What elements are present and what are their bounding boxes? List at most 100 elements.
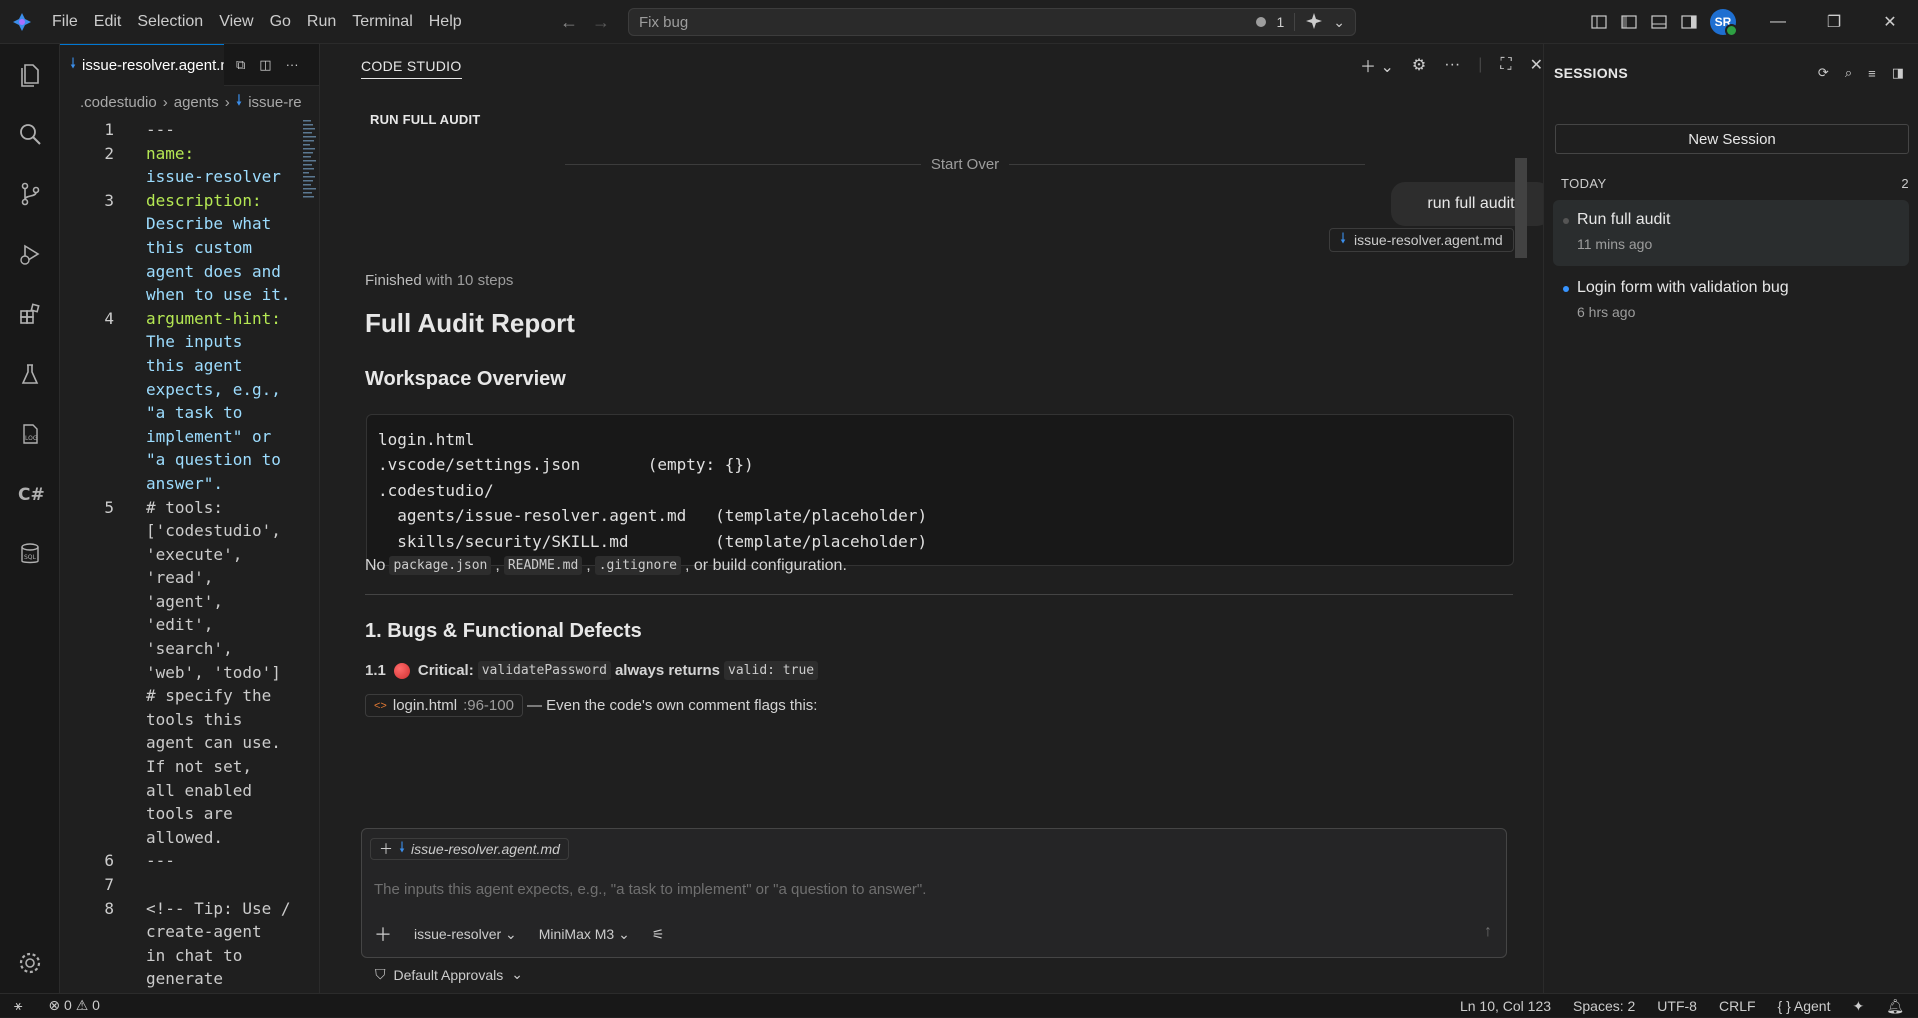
minimap[interactable] [302,118,318,218]
breadcrumb-item[interactable]: issue-re [248,94,301,111]
chat-settings-gear-icon[interactable]: ⚙ [1412,55,1426,75]
session-group-header[interactable]: TODAY 2 [1561,176,1909,191]
testing-flask-icon[interactable] [0,344,60,404]
more-actions-icon[interactable]: ··· [286,57,299,73]
command-center-text: Fix bug [639,13,689,31]
indentation[interactable]: Spaces: 2 [1573,998,1635,1014]
panel-title[interactable]: CODE STUDIO [361,52,462,79]
menu-selection[interactable]: Selection [129,0,211,44]
language-mode[interactable]: { } Agent [1778,998,1831,1014]
split-editor-icon[interactable]: ◫ [259,57,271,73]
add-context-icon[interactable]: ＋ [379,839,393,859]
session-item[interactable]: Run full audit 11 mins ago [1553,200,1909,266]
line-number: 1 [104,120,114,139]
tools-config-icon[interactable]: ⚟ [652,926,665,943]
filter-icon[interactable]: ≡ [1868,66,1876,81]
chevron-down-icon[interactable]: ⌄ [1333,14,1345,31]
new-session-button[interactable]: New Session [1555,124,1909,154]
menu-edit[interactable]: Edit [86,0,130,44]
cursor-position[interactable]: Ln 10, Col 123 [1460,998,1551,1014]
back-arrow-icon[interactable]: ← [560,12,578,33]
agent-sparkle-icon[interactable]: ✦ [1852,998,1864,1015]
chat-scrollbar[interactable] [1515,158,1527,258]
settings-gear-icon[interactable] [0,933,60,993]
chevron-right-icon: › [224,93,230,111]
forward-arrow-icon[interactable]: → [592,12,610,33]
start-over-button[interactable]: Start Over [931,156,999,173]
code-line: allowed. [146,827,224,847]
approvals-picker[interactable]: ⛉ Default Approvals ⌄ [375,966,523,983]
menu-go[interactable]: Go [262,0,299,44]
search-icon[interactable] [0,104,60,164]
menu-help[interactable]: Help [421,0,470,44]
log-icon[interactable]: LOG [0,404,60,464]
unread-dot-icon [1563,286,1569,292]
line-ending[interactable]: CRLF [1719,998,1756,1014]
menu-run[interactable]: Run [299,0,344,44]
code-line: If not set, [146,757,252,777]
toggle-secondary-sidebar-icon[interactable] [1676,0,1702,44]
toggle-sidebar-icon[interactable]: ◨ [1892,65,1904,81]
extensions-icon[interactable] [0,284,60,344]
attached-file-chip[interactable]: 🠗 issue-resolver.agent.md [1329,228,1514,252]
chat-input-box[interactable]: ＋ 🠗 issue-resolver.agent.md The inputs t… [361,828,1507,958]
code-editor[interactable]: 1 --- 2 name: issue-resolver 3 description:… [60,118,300,991]
code-line: <!-- Tip: Use / [146,898,291,918]
encoding[interactable]: UTF-8 [1657,998,1697,1014]
code-line: argument-hint: [146,308,281,328]
agent-sparkle-icon[interactable] [1305,12,1323,33]
chat-transcript[interactable]: RUN FULL AUDIT Start Over run full audit… [321,86,1543,866]
remote-icon[interactable]: ⚹ [14,997,22,1014]
menu-file[interactable]: File [44,0,86,44]
problems-indicator[interactable]: ⊗ 0 ⚠ 0 [48,997,100,1014]
avatar[interactable]: SR [1710,9,1738,37]
breadcrumb-item[interactable]: agents [174,94,219,111]
command-center[interactable]: Fix bug 1 ⌄ [628,8,1356,36]
source-control-icon[interactable] [0,164,60,224]
close-panel-icon[interactable]: ✕ [1530,55,1543,75]
finished-status[interactable]: Finished with 10 steps [365,272,513,289]
sql-database-icon[interactable]: SQL [0,524,60,584]
more-actions-icon[interactable]: ··· [1444,56,1460,74]
code-line: 'agent', [146,591,224,611]
code-line: 'search', [146,639,233,659]
menu-view[interactable]: View [211,0,261,44]
line-number: 5 [104,497,114,517]
toggle-panel-icon[interactable] [1646,0,1672,44]
explorer-icon[interactable] [0,44,60,104]
close-icon[interactable]: ✕ [1862,0,1918,44]
critical-icon [393,662,410,679]
refresh-icon[interactable]: ⟳ [1818,65,1829,81]
editor: 🠗 issue-resolver.agent.md ⧉ ◫ ··· .codes… [60,44,320,993]
search-icon[interactable]: ⌕ [1845,65,1852,81]
context-file-chip[interactable]: ＋ 🠗 issue-resolver.agent.md [370,838,569,860]
file-reference-chip[interactable]: <> login.html:96-100 [365,694,523,717]
code-line: create-agent [146,922,262,942]
bug-item: 1.1 Critical: validatePassword always re… [365,661,819,680]
csharp-icon[interactable]: C# [0,464,60,524]
chat-header: CODE STUDIO ＋ ⌄ ⚙ ··· | ⛶ ✕ [321,44,1543,86]
open-preview-icon[interactable]: ⧉ [236,57,245,73]
add-icon[interactable]: ＋ [374,921,392,947]
breadcrumb-item[interactable]: .codestudio [80,94,157,111]
minimize-icon[interactable]: — [1750,0,1806,44]
menu-terminal[interactable]: Terminal [344,0,420,44]
customize-layout-icon[interactable] [1586,0,1612,44]
chat-input[interactable]: The inputs this agent expects, e.g., "a … [374,881,926,898]
send-arrow-icon[interactable]: ↑ [1484,923,1492,941]
notifications-bell-icon[interactable]: 🔔︎ [1886,998,1904,1015]
maximize-icon[interactable]: ⛶ [1500,56,1511,74]
run-debug-icon[interactable] [0,224,60,284]
restore-icon[interactable]: ❐ [1806,0,1862,44]
session-item[interactable]: Login form with validation bug 6 hrs ago [1553,268,1909,334]
section-heading: 1. Bugs & Functional Defects [365,620,642,642]
agent-picker[interactable]: issue-resolver ⌄ [414,926,517,943]
new-chat-icon[interactable]: ＋ ⌄ [1360,53,1394,77]
editor-tab-active[interactable]: 🠗 issue-resolver.agent.md [60,44,224,86]
code-line: 'edit', [146,615,214,635]
code-line: description: [146,190,262,210]
command-center-count: 1 [1276,14,1285,30]
workspace-tree-codeblock: login.html .vscode/settings.json (empty:… [366,414,1514,566]
toggle-primary-sidebar-icon[interactable] [1616,0,1642,44]
model-picker[interactable]: MiniMax M3 ⌄ [539,926,630,943]
